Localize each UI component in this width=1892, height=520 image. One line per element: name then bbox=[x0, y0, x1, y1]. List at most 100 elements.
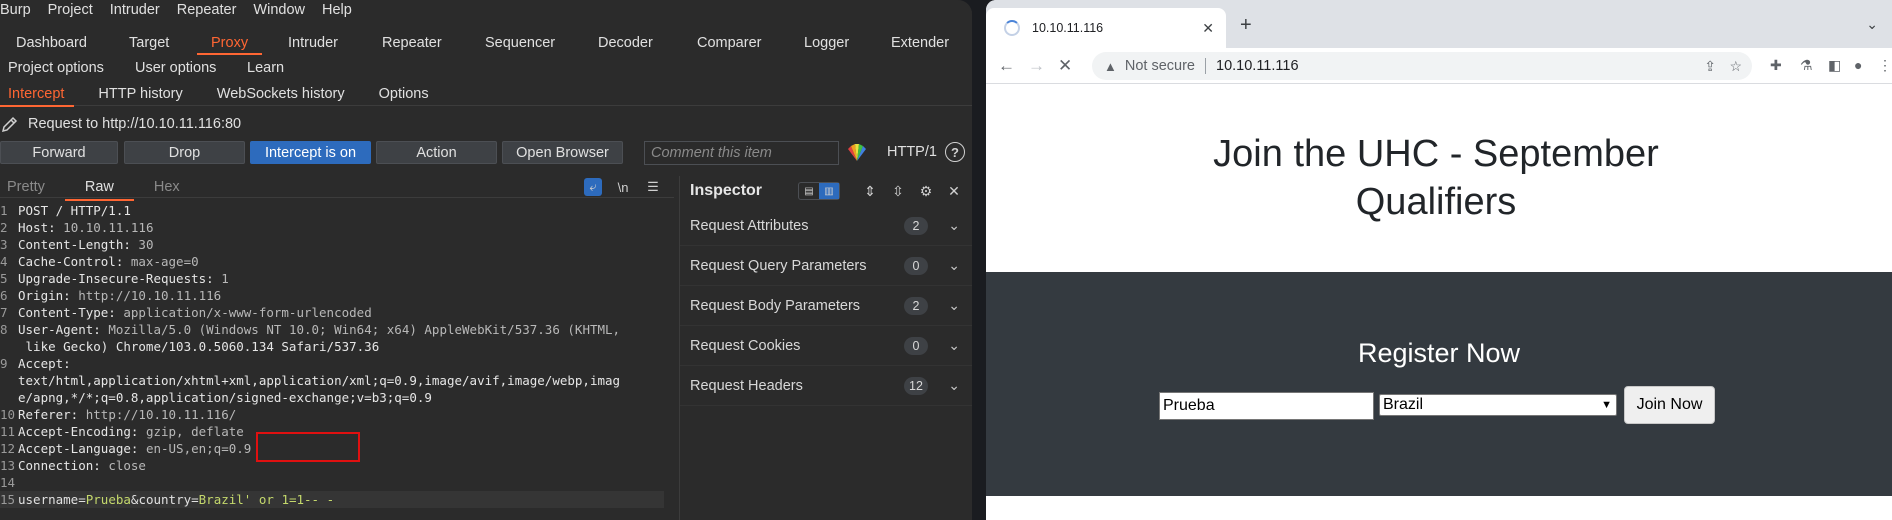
inspector-row-headers[interactable]: Request Headers 12 ⌄ bbox=[680, 366, 972, 406]
share-icon[interactable]: ⇪ bbox=[1704, 58, 1716, 75]
comment-input[interactable]: Comment this item bbox=[644, 141, 839, 165]
chevron-down-icon[interactable]: ⌄ bbox=[948, 257, 960, 274]
browser-tabstrip: 10.10.11.116 ✕ + ⌄ bbox=[986, 0, 1892, 48]
drop-button[interactable]: Drop bbox=[124, 141, 245, 164]
code-line[interactable]: 4 Cache-Control: max-age=0 bbox=[0, 253, 674, 270]
tab-decoder[interactable]: Decoder bbox=[598, 35, 653, 51]
chevron-down-icon[interactable]: ⌄ bbox=[948, 377, 960, 394]
username-field[interactable]: Prueba bbox=[1159, 392, 1374, 420]
tab-learn[interactable]: Learn bbox=[247, 60, 284, 76]
header-name: Host: bbox=[18, 220, 56, 235]
bookmark-star-icon[interactable]: ☆ bbox=[1729, 58, 1742, 75]
subtab-websockets-history[interactable]: WebSockets history bbox=[217, 86, 345, 102]
forward-button[interactable]: Forward bbox=[0, 141, 118, 164]
extensions-puzzle-icon[interactable]: ✚ bbox=[1770, 57, 1782, 74]
code-line[interactable]: e/apng,*/*;q=0.8,application/signed-exch… bbox=[0, 389, 674, 406]
code-line[interactable]: 2 Host: 10.10.11.116 bbox=[0, 219, 674, 236]
show-newlines-toggle[interactable]: \n bbox=[614, 178, 632, 196]
code-line[interactable]: 14 bbox=[0, 474, 674, 491]
code-line[interactable]: 6 Origin: http://10.10.11.116 bbox=[0, 287, 674, 304]
code-line[interactable]: 3 Content-Length: 30 bbox=[0, 236, 674, 253]
tab-target[interactable]: Target bbox=[129, 35, 169, 51]
code-line[interactable]: 5 Upgrade-Insecure-Requests: 1 bbox=[0, 270, 674, 287]
code-line[interactable]: 1 POST / HTTP/1.1 bbox=[0, 202, 674, 219]
highlight-color-icon[interactable] bbox=[846, 143, 868, 163]
inspector-row-cookies[interactable]: Request Cookies 0 ⌄ bbox=[680, 326, 972, 366]
tab-repeater[interactable]: Repeater bbox=[382, 35, 442, 51]
http-version-label[interactable]: HTTP/1 bbox=[887, 144, 937, 160]
menu-help[interactable]: Help bbox=[322, 2, 352, 18]
code-line[interactable]: 7 Content-Type: application/x-www-form-ur… bbox=[0, 304, 674, 321]
forward-arrow-icon[interactable]: → bbox=[1028, 56, 1045, 76]
tab-comparer[interactable]: Comparer bbox=[697, 35, 761, 51]
profile-avatar-icon[interactable]: ● bbox=[1854, 57, 1862, 73]
chevron-down-icon[interactable]: ⌄ bbox=[948, 337, 960, 354]
url-text[interactable]: 10.10.11.116 bbox=[1216, 58, 1299, 74]
expand-all-icon[interactable]: ⇕ bbox=[860, 181, 880, 201]
menu-project[interactable]: Project bbox=[48, 2, 93, 18]
request-target: Request to http://10.10.11.116:80 bbox=[28, 116, 242, 132]
code-line[interactable]: text/html,application/xhtml+xml,applicat… bbox=[0, 372, 674, 389]
menu-window[interactable]: Window bbox=[253, 2, 305, 18]
browser-tab-title: 10.10.11.116 bbox=[1032, 21, 1104, 35]
country-select[interactable]: Brazil ▼ bbox=[1379, 394, 1617, 416]
menu-icon[interactable]: ☰ bbox=[644, 178, 662, 196]
join-now-button[interactable]: Join Now bbox=[1624, 386, 1715, 424]
param-value: Prueba bbox=[85, 492, 131, 507]
tab-proxy[interactable]: Proxy bbox=[196, 35, 263, 55]
open-browser-button[interactable]: Open Browser bbox=[502, 141, 623, 164]
list-view-icon[interactable]: ▤ bbox=[799, 183, 819, 199]
wrap-lines-icon[interactable]: ⤶ bbox=[584, 178, 602, 196]
action-button[interactable]: Action bbox=[376, 141, 497, 164]
help-icon[interactable]: ? bbox=[945, 142, 965, 162]
close-icon[interactable]: ✕ bbox=[944, 181, 964, 201]
subtab-intercept[interactable]: Intercept bbox=[0, 86, 75, 107]
subtab-http-history[interactable]: HTTP history bbox=[98, 86, 182, 102]
body-line[interactable]: 15 username=Prueba&country=Brazil' or 1=1… bbox=[0, 491, 664, 508]
side-panel-icon[interactable]: ◧ bbox=[1828, 57, 1841, 74]
intercept-toolbar: Forward Drop Intercept is on Action Open… bbox=[0, 141, 972, 165]
tab-close-icon[interactable]: ✕ bbox=[1202, 20, 1214, 37]
tab-user-options[interactable]: User options bbox=[135, 60, 216, 76]
menu-intruder[interactable]: Intruder bbox=[110, 2, 160, 18]
editor-tab-raw[interactable]: Raw bbox=[64, 179, 134, 201]
back-arrow-icon[interactable]: ← bbox=[998, 56, 1015, 76]
request-code[interactable]: 1 POST / HTTP/1.1 2 Host: 10.10.11.116 3 Cont… bbox=[0, 202, 674, 508]
more-menu-icon[interactable]: ⋮ bbox=[1878, 57, 1892, 74]
browser-tab[interactable]: 10.10.11.116 ✕ bbox=[986, 8, 1226, 48]
menu-burp[interactable]: Burp bbox=[0, 2, 31, 18]
code-line[interactable]: 10 Referer: http://10.10.11.116/ bbox=[0, 406, 674, 423]
tab-dashboard[interactable]: Dashboard bbox=[16, 35, 87, 51]
collapse-all-icon[interactable]: ⇳ bbox=[888, 181, 908, 201]
inspector-row-body-params[interactable]: Request Body Parameters 2 ⌄ bbox=[680, 286, 972, 326]
tab-search-chevron-icon[interactable]: ⌄ bbox=[1866, 16, 1878, 33]
address-bar[interactable]: ▲ Not secure 10.10.11.116 ⇪ ☆ bbox=[1092, 52, 1752, 80]
split-view-icon[interactable]: ▥ bbox=[819, 183, 839, 199]
tab-project-options[interactable]: Project options bbox=[8, 60, 104, 76]
warning-icon[interactable]: ▲ bbox=[1104, 59, 1117, 74]
menu-repeater[interactable]: Repeater bbox=[177, 2, 237, 18]
security-status[interactable]: Not secure bbox=[1125, 58, 1195, 74]
inspector-row-query-params[interactable]: Request Query Parameters 0 ⌄ bbox=[680, 246, 972, 286]
intercept-toggle-button[interactable]: Intercept is on bbox=[250, 141, 371, 164]
labs-flask-icon[interactable]: ⚗ bbox=[1800, 57, 1813, 74]
code-line[interactable]: like Gecko) Chrome/103.0.5060.134 Safari… bbox=[0, 338, 674, 355]
editor-tab-pretty[interactable]: Pretty bbox=[7, 179, 45, 195]
tab-logger[interactable]: Logger bbox=[804, 35, 849, 51]
new-tab-icon[interactable]: + bbox=[1240, 14, 1252, 37]
code-line[interactable]: 8 User-Agent: Mozilla/5.0 (Windows NT 10.… bbox=[0, 321, 674, 338]
stop-loading-icon[interactable]: ✕ bbox=[1058, 56, 1072, 76]
code-line[interactable]: 9 Accept: bbox=[0, 355, 674, 372]
header-value: application/x-www-form-urlencoded bbox=[115, 305, 372, 320]
subtab-options[interactable]: Options bbox=[379, 86, 429, 102]
chevron-down-icon[interactable]: ⌄ bbox=[948, 297, 960, 314]
tab-intruder[interactable]: Intruder bbox=[288, 35, 338, 51]
request-editor[interactable]: Pretty Raw Hex ⤶ \n ☰ 1 POST / HTTP/1.1 2 H… bbox=[0, 176, 674, 520]
chevron-down-icon[interactable]: ⌄ bbox=[948, 217, 960, 234]
inspector-row-attributes[interactable]: Request Attributes 2 ⌄ bbox=[680, 206, 972, 246]
tab-sequencer[interactable]: Sequencer bbox=[485, 35, 555, 51]
body-text: username=Prueba&country=Brazil' or 1=1--… bbox=[18, 491, 334, 508]
editor-tab-hex[interactable]: Hex bbox=[154, 179, 180, 195]
settings-gear-icon[interactable]: ⚙ bbox=[916, 181, 936, 201]
tab-extender[interactable]: Extender bbox=[891, 35, 949, 51]
